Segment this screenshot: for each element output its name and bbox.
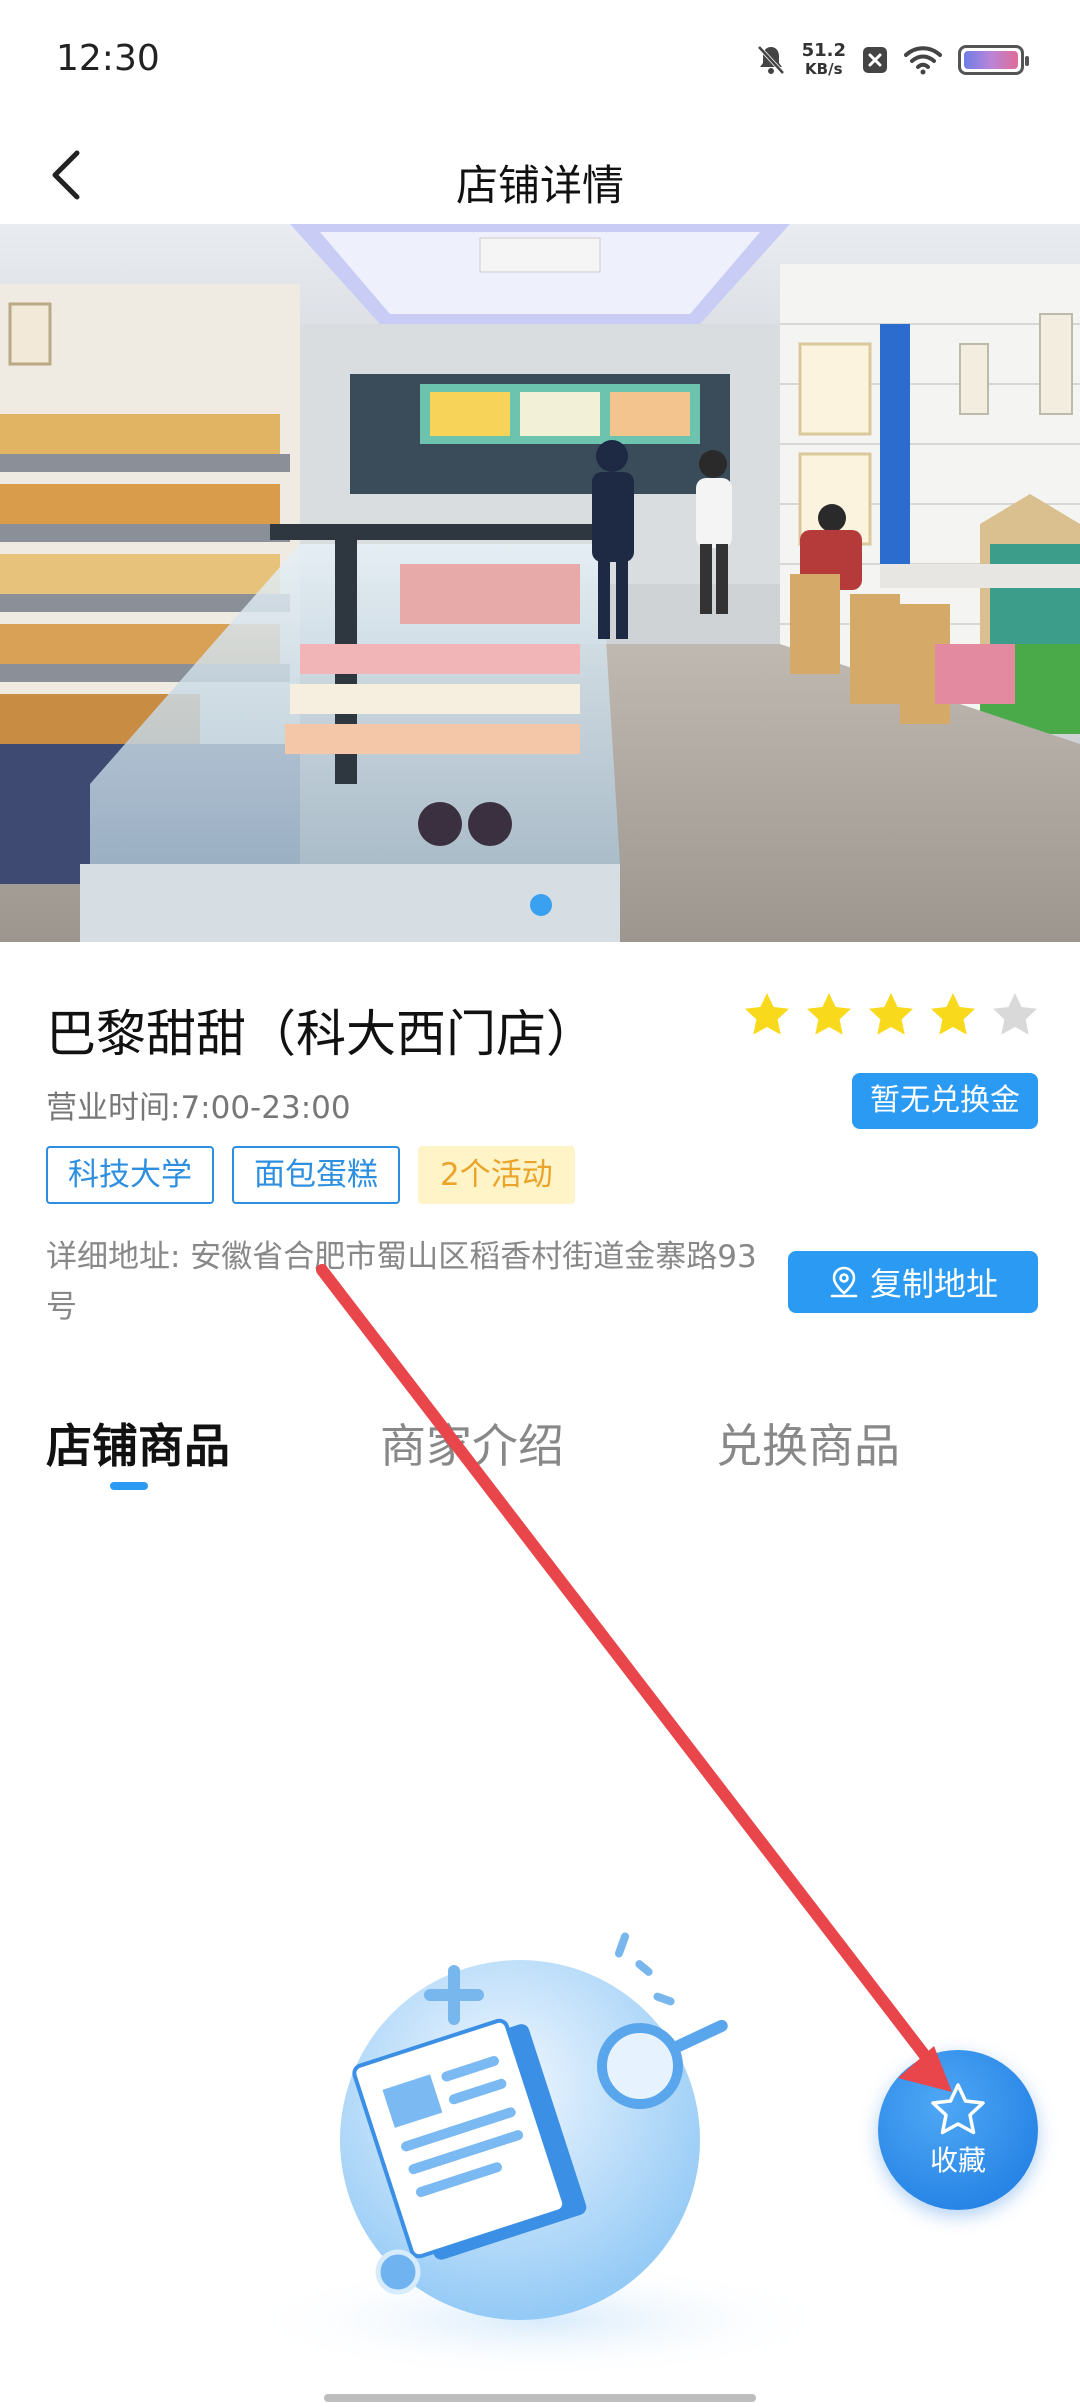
store-tags: 科技大学 面包蛋糕 2个活动 (46, 1146, 575, 1204)
copy-address-button[interactable]: 复制地址 (788, 1251, 1038, 1313)
rating-star-icon (745, 993, 789, 1035)
tag-activities[interactable]: 2个活动 (418, 1146, 575, 1204)
star-outline-icon (931, 2083, 985, 2135)
favorite-button[interactable]: 收藏 (878, 2050, 1038, 2210)
net-speed-value: 51.2 (801, 40, 846, 61)
tab-store-products[interactable]: 店铺商品 (46, 1410, 230, 1476)
status-icons: 51.2 KB/s (756, 40, 1029, 79)
business-hours: 营业时间:7:00-23:00 (46, 1090, 351, 1126)
close-box-icon (862, 46, 888, 74)
store-detail-page: 12:30 51.2 KB/s 店铺详情 巴黎甜甜（科大西门店） 营业时间:7:… (0, 0, 1080, 2408)
tag-area[interactable]: 科技大学 (46, 1146, 214, 1204)
rating-stars (742, 990, 1040, 1040)
net-speed-unit: KB/s (805, 60, 843, 78)
store-name: 巴黎甜甜（科大西门店） (46, 1005, 596, 1063)
carousel-indicator-dot (530, 894, 552, 916)
net-speed: 51.2 KB/s (801, 40, 846, 79)
rating-star-icon (931, 993, 975, 1035)
tab-exchange-products[interactable]: 兑换商品 (716, 1410, 900, 1476)
tab-merchant-intro[interactable]: 商家介绍 (380, 1410, 564, 1476)
rating-star-icon (993, 993, 1037, 1035)
store-photo-carousel[interactable] (0, 224, 1080, 942)
location-pin-icon (830, 1266, 858, 1298)
wifi-icon (904, 45, 942, 75)
mute-bell-icon (756, 44, 786, 76)
battery-level (964, 51, 1018, 69)
home-indicator[interactable] (324, 2394, 756, 2402)
active-tab-indicator (110, 1482, 148, 1490)
nav-bar: 店铺详情 (0, 130, 1080, 224)
store-interior-image (0, 224, 1080, 942)
status-time: 12:30 (56, 38, 160, 79)
store-address: 详细地址: 安徽省合肥市蜀山区稻香村街道金寨路93号 (46, 1239, 757, 1325)
voucher-status-badge: 暂无兑换金 (852, 1073, 1038, 1129)
tag-category[interactable]: 面包蛋糕 (232, 1146, 400, 1204)
favorite-label: 收藏 (929, 2144, 986, 2177)
empty-state-illustration (240, 1932, 840, 2380)
copy-address-label: 复制地址 (869, 1265, 998, 1303)
rating-star-icon (807, 993, 851, 1035)
page-title: 店铺详情 (455, 161, 624, 210)
content-tabs: 店铺商品 商家介绍 兑换商品 (0, 1410, 1080, 1520)
rating-star-icon (869, 993, 913, 1035)
battery-icon (958, 45, 1029, 75)
status-bar: 12:30 51.2 KB/s (0, 0, 1080, 130)
